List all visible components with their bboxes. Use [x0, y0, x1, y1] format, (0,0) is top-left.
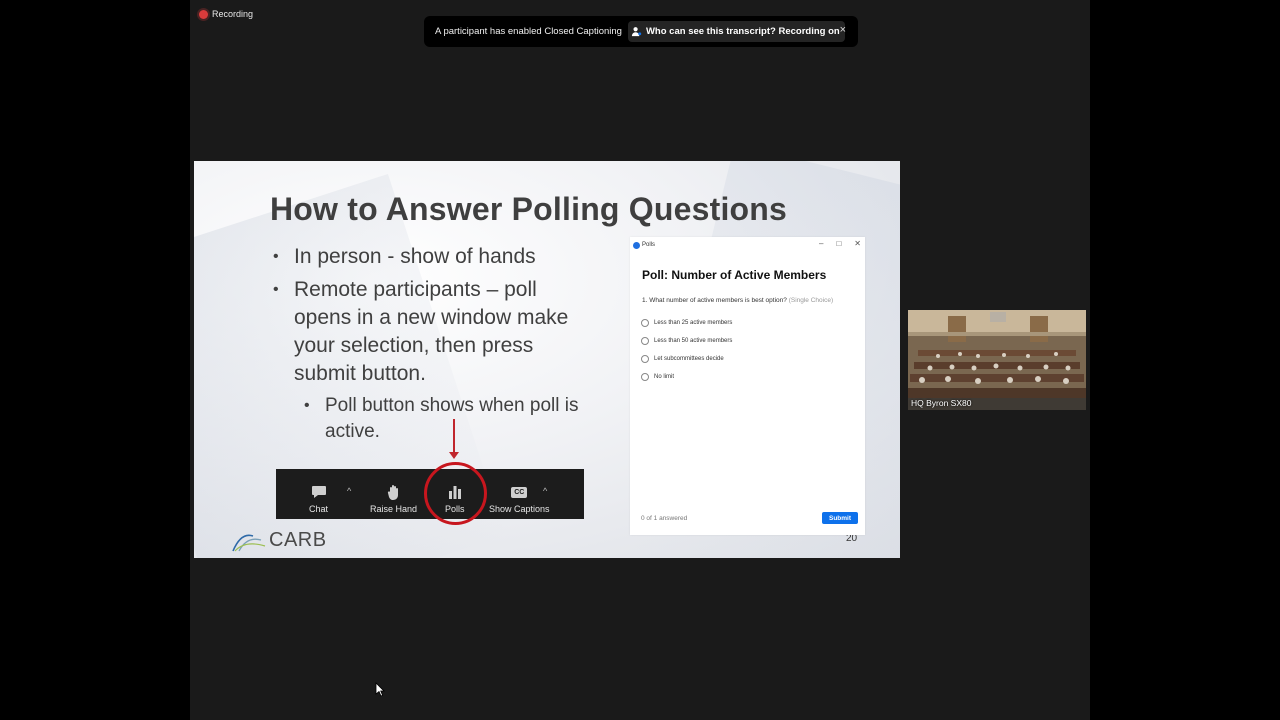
bullet-remote: Remote participants – poll opens in a ne…	[270, 276, 590, 388]
raise-hand-label: Raise Hand	[370, 504, 418, 514]
chat-label: Chat	[309, 504, 329, 514]
chat-icon	[311, 486, 326, 498]
chat-caret-icon: ^	[347, 486, 352, 496]
poll-question-hint: (Single Choice)	[788, 297, 834, 304]
polls-app-icon	[633, 241, 640, 249]
poll-app-name: Polls	[642, 242, 656, 248]
poll-option[interactable]: Let subcommittees decide	[641, 350, 732, 368]
maximize-icon[interactable]: □	[836, 239, 841, 248]
closed-caption-banner: A participant has enabled Closed Caption…	[424, 16, 858, 47]
room-video-image	[908, 310, 1086, 410]
cc-icon: CC	[511, 486, 528, 498]
participant-video-tile[interactable]: HQ Byron SX80	[908, 310, 1086, 410]
mouse-cursor-icon	[375, 682, 385, 697]
radio-icon[interactable]	[641, 319, 649, 327]
radio-icon[interactable]	[641, 373, 649, 381]
arrow-icon	[449, 419, 459, 459]
transcript-visibility-label: Who can see this transcript? Recording o…	[645, 26, 840, 37]
radio-icon[interactable]	[641, 355, 649, 363]
recording-indicator[interactable]: Recording	[199, 8, 253, 20]
participant-name: HQ Byron SX80	[911, 398, 972, 408]
poll-option-label: Less than 25 active members	[654, 320, 733, 326]
poll-option[interactable]: Less than 50 active members	[641, 332, 732, 350]
poll-title: Poll: Number of Active Members	[642, 268, 827, 282]
poll-window: Polls – □ ✕ Poll: Number of Active Membe…	[630, 237, 865, 535]
poll-question: 1. What number of active members is best…	[642, 297, 833, 304]
poll-option-label: Less than 50 active members	[654, 338, 733, 344]
poll-option[interactable]: Less than 25 active members	[641, 314, 732, 332]
poll-option-label: No limit	[654, 374, 675, 380]
shared-slide: How to Answer Polling Questions In perso…	[194, 161, 900, 558]
poll-question-text: 1. What number of active members is best…	[642, 297, 787, 304]
poll-titlebar: Polls – □ ✕	[630, 237, 865, 253]
captions-label: Show Captions	[489, 504, 550, 514]
captions-toolbar-item: CC Show Captions	[489, 469, 550, 519]
minimize-icon[interactable]: –	[819, 239, 823, 248]
window-close-icon[interactable]: ✕	[854, 239, 861, 248]
logo-text: CARB	[269, 529, 327, 551]
poll-answered-count: 0 of 1 answered	[641, 515, 688, 522]
chat-toolbar-item: Chat	[309, 469, 328, 519]
carb-logo: CARB	[231, 529, 327, 552]
window-controls: – □ ✕	[819, 239, 861, 248]
toolbar-illustration: Chat ^ Raise Hand Polls CC Show Captions…	[276, 462, 584, 525]
slide-bullets: In person - show of hands Remote partici…	[270, 243, 590, 450]
poll-option-label: Let subcommittees decide	[654, 356, 724, 362]
person-icon	[631, 27, 642, 37]
recording-label: Recording	[212, 9, 254, 19]
carb-arc-icon	[232, 534, 266, 551]
transcript-visibility-button[interactable]: Who can see this transcript? Recording o…	[627, 21, 845, 42]
captions-caret-icon: ^	[543, 486, 548, 496]
raise-hand-toolbar-item: Raise Hand	[370, 469, 417, 519]
close-icon[interactable]: ×	[840, 24, 846, 36]
radio-icon[interactable]	[641, 337, 649, 345]
bullet-poll-button: Poll button shows when poll is active.	[301, 393, 590, 445]
poll-options: Less than 25 active members Less than 50…	[641, 314, 732, 386]
slide-title: How to Answer Polling Questions	[270, 191, 788, 227]
poll-option[interactable]: No limit	[641, 368, 732, 386]
highlight-circle	[424, 462, 487, 525]
record-icon	[199, 9, 208, 19]
banner-message: A participant has enabled Closed Caption…	[435, 26, 622, 37]
bullet-in-person: In person - show of hands	[270, 243, 590, 271]
hand-icon	[387, 485, 398, 500]
submit-button[interactable]: Submit	[822, 512, 858, 524]
